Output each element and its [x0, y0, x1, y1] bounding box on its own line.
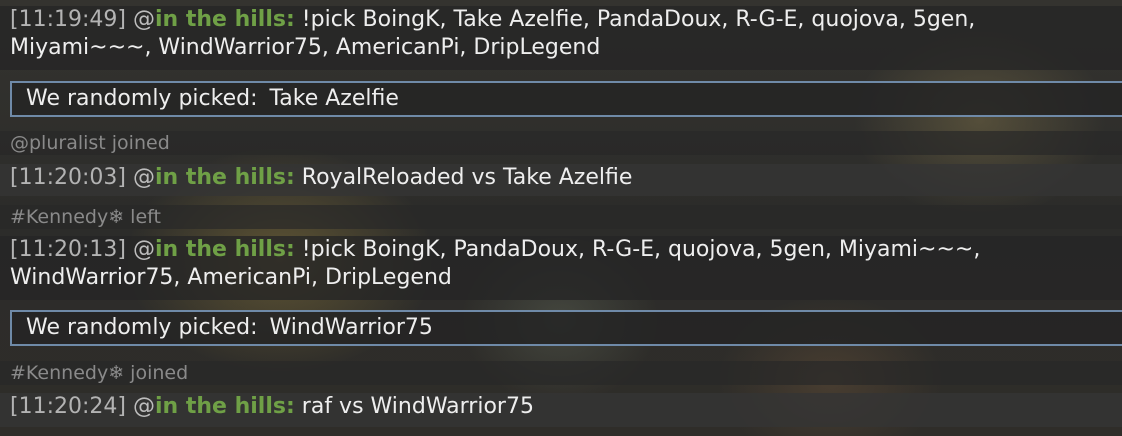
message-username[interactable]: in the hills: [155, 165, 295, 190]
status-join-notice: #Kennedy❄ joined [0, 361, 1122, 385]
status-join-notice: @pluralist joined [0, 131, 1122, 155]
message-text-continued: WindWarrior75, AmericanPi, DripLegend [10, 265, 452, 290]
message-timestamp: [11:20:13] [10, 237, 126, 262]
message-timestamp: [11:20:24] [10, 394, 126, 419]
random-pick-result: We randomly picked: WindWarrior75 [10, 310, 1122, 346]
message-text: !pick BoingK, PandaDoux, R-G-E, quojova,… [301, 237, 981, 262]
message-username[interactable]: in the hills: [155, 7, 295, 32]
pick-label: We randomly picked: [26, 315, 258, 340]
pick-value: Take Azelfie [269, 86, 399, 111]
chat-message: [11:20:13] @in the hills: !pick BoingK, … [0, 236, 1122, 300]
message-text: RoyalReloaded vs Take Azelfie [301, 165, 633, 190]
chat-message: [11:20:24] @in the hills: raf vs WindWar… [0, 393, 1122, 427]
random-pick-result: We randomly picked: Take Azelfie [10, 81, 1122, 117]
status-leave-notice: #Kennedy❄ left [0, 205, 1122, 229]
chat-log: [11:19:49] @in the hills: !pick BoingK, … [0, 0, 1122, 436]
message-username[interactable]: in the hills: [155, 237, 295, 262]
at-sign: @ [132, 165, 155, 190]
at-sign: @ [132, 394, 155, 419]
at-sign: @ [132, 7, 155, 32]
message-timestamp: [11:19:49] [10, 7, 126, 32]
chat-message: [11:19:49] @in the hills: !pick BoingK, … [0, 6, 1122, 70]
pick-label: We randomly picked: [26, 86, 258, 111]
message-username[interactable]: in the hills: [155, 394, 295, 419]
pick-value: WindWarrior75 [269, 315, 433, 340]
message-timestamp: [11:20:03] [10, 165, 126, 190]
chat-message: [11:20:03] @in the hills: RoyalReloaded … [0, 164, 1122, 196]
message-text-continued: Miyami~~~, WindWarrior75, AmericanPi, Dr… [10, 35, 601, 60]
at-sign: @ [132, 237, 155, 262]
message-text: !pick BoingK, Take Azelfie, PandaDoux, R… [301, 7, 976, 32]
message-text: raf vs WindWarrior75 [301, 394, 534, 419]
